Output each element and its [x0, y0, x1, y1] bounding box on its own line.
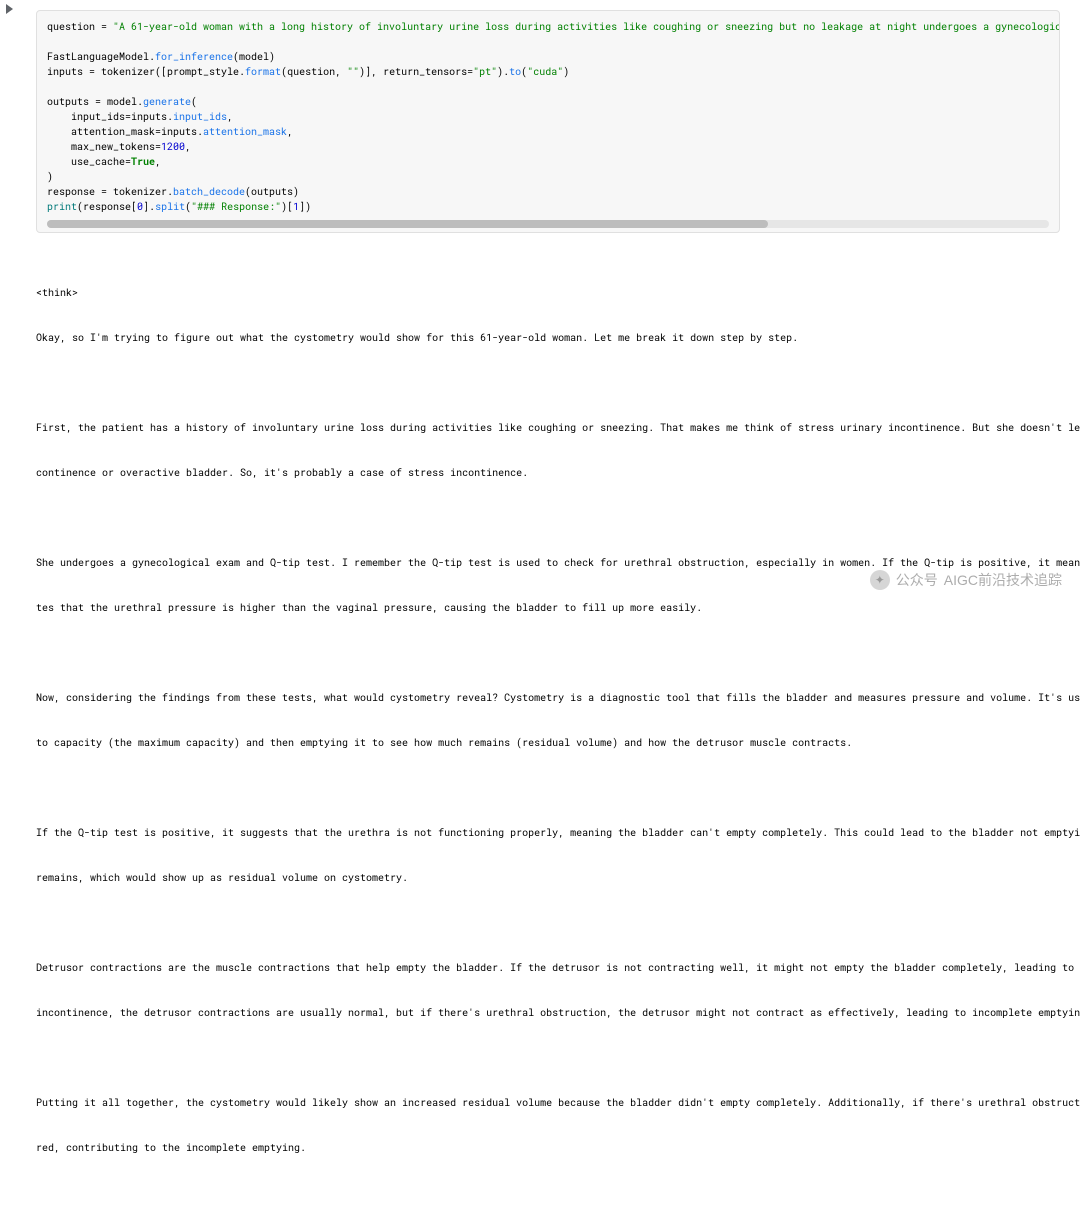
output-line: She undergoes a gynecological exam and Q…: [36, 555, 1068, 570]
output-line: Putting it all together, the cystometry …: [36, 1095, 1068, 1110]
output-line: tes that the urethral pressure is higher…: [36, 600, 1068, 615]
cell-gutter: [0, 0, 24, 604]
scrollbar-thumb[interactable]: [47, 220, 768, 228]
output-line: If the Q-tip test is positive, it sugges…: [36, 825, 1068, 840]
watermark-label: 公众号: [896, 570, 938, 590]
output-line: <think>: [36, 285, 1068, 300]
output-line: to capacity (the maximum capacity) and t…: [36, 735, 1068, 750]
output-line: incontinence, the detrusor contractions …: [36, 1005, 1068, 1020]
code-line: question = "A 61-year-old woman with a l…: [47, 19, 1049, 34]
code-line: [47, 79, 1049, 94]
code-cell-wrapper: question = "A 61-year-old woman with a l…: [24, 0, 1080, 247]
code-line: print(response[0].split("### Response:")…: [47, 199, 1049, 214]
code-line: use_cache=True,: [47, 154, 1049, 169]
code-line: input_ids=inputs.input_ids,: [47, 109, 1049, 124]
cell-output: <think> Okay, so I'm trying to figure ou…: [24, 247, 1080, 1208]
code-editor[interactable]: question = "A 61-year-old woman with a l…: [36, 10, 1060, 233]
output-line: red, contributing to the incomplete empt…: [36, 1140, 1068, 1155]
code-line: attention_mask=inputs.attention_mask,: [47, 124, 1049, 139]
output-line: Okay, so I'm trying to figure out what t…: [36, 330, 1068, 345]
output-line: Now, considering the findings from these…: [36, 690, 1068, 705]
output-line: Detrusor contractions are the muscle con…: [36, 960, 1068, 975]
code-line: response = tokenizer.batch_decode(output…: [47, 184, 1049, 199]
code-line: FastLanguageModel.for_inference(model): [47, 49, 1049, 64]
watermark-text: AIGC前沿技术追踪: [944, 570, 1062, 590]
code-line: max_new_tokens=1200,: [47, 139, 1049, 154]
code-line: [47, 34, 1049, 49]
output-line: continence or overactive bladder. So, it…: [36, 465, 1068, 480]
code-line: ): [47, 169, 1049, 184]
code-line: inputs = tokenizer([prompt_style.format(…: [47, 64, 1049, 79]
wechat-icon: ✦: [870, 570, 890, 590]
watermark: ✦ 公众号 AIGC前沿技术追踪: [870, 570, 1062, 590]
output-line: First, the patient has a history of invo…: [36, 420, 1068, 435]
run-cell-icon[interactable]: [6, 4, 13, 14]
output-line: remains, which would show up as residual…: [36, 870, 1068, 885]
code-line: outputs = model.generate(: [47, 94, 1049, 109]
horizontal-scrollbar[interactable]: [47, 220, 1049, 228]
